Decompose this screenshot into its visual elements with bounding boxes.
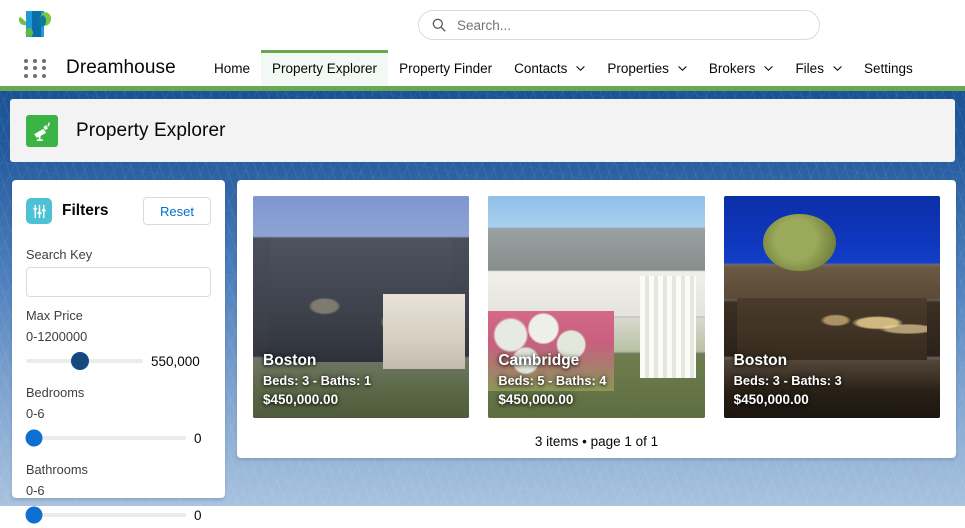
property-price: $450,000.00 [498,392,574,407]
app-launcher-grid-icon[interactable] [24,59,48,78]
property-city: Boston [733,352,788,369]
filter-sliders-icon [26,198,52,224]
nav-item-contacts[interactable]: Contacts [503,50,596,86]
filters-body: Search Key Max Price 0-1200000 550,000 B… [12,228,225,528]
max-price-range: 0-1200000 [26,329,88,344]
nav-item-files[interactable]: Files [784,50,853,86]
bedrooms-label: Bedrooms [26,385,85,400]
property-caption: Boston Beds: 3 - Baths: 3 $450,000.00 [724,351,852,410]
reset-button[interactable]: Reset [143,197,211,225]
nav-item-property-finder[interactable]: Property Finder [388,50,503,86]
page-header: Property Explorer [10,99,955,162]
property-tile[interactable]: Boston Beds: 3 - Baths: 1 $450,000.00 [253,196,470,418]
nav-item-label: Properties [607,60,669,76]
property-tile[interactable]: Cambridge Beds: 5 - Baths: 4 $450,000.00 [488,196,705,418]
nav-item-label: Brokers [708,60,756,76]
chevron-down-icon [764,65,774,71]
page-title: Property Explorer [76,119,226,141]
navigation-bar: Dreamhouse Home Property Explorer Proper… [0,50,965,86]
nav-item-label: Home [214,60,251,76]
property-tile[interactable]: Boston Beds: 3 - Baths: 3 $450,000.00 [723,196,940,418]
property-beds-baths: Beds: 3 - Baths: 1 [263,373,372,388]
slider-track[interactable] [26,436,186,440]
global-header [0,0,965,50]
property-tile-list: Boston Beds: 3 - Baths: 1 $450,000.00 Ca… [253,196,940,418]
nav-item-home[interactable]: Home [203,50,261,86]
filters-header: Filters Reset [12,180,225,228]
search-icon [432,18,446,32]
nav-item-property-explorer[interactable]: Property Explorer [261,50,389,86]
property-city: Boston [263,352,317,369]
nav-item-label: Settings [863,60,913,76]
nav-item-label: Property Finder [399,60,493,76]
bedrooms-value: 0 [194,430,202,446]
bathrooms-range: 0-6 [26,483,45,498]
property-city: Cambridge [498,352,580,369]
max-price-value: 550,000 [151,353,200,369]
bathrooms-value: 0 [194,507,202,523]
nav-item-list: Home Property Explorer Property Finder C… [203,50,924,86]
app-name-label: Dreamhouse [66,57,176,78]
global-search-box[interactable] [418,10,820,40]
slider-thumb[interactable] [25,506,43,524]
nav-item-brokers[interactable]: Brokers [698,50,785,86]
slider-thumb[interactable] [70,352,89,370]
max-price-slider[interactable]: 550,000 [26,348,211,374]
pagination-status: 3 items • page 1 of 1 [534,434,659,449]
nav-item-label: Contacts [514,60,568,76]
chevron-down-icon [678,65,687,71]
telescope-icon [26,114,58,147]
nav-item-label: Property Explorer [272,60,378,76]
nav-item-properties[interactable]: Properties [596,50,698,86]
property-caption: Cambridge Beds: 5 - Baths: 4 $450,000.00 [488,351,616,410]
dreamhouse-logo-icon[interactable] [16,5,56,45]
nav-item-label: Files [795,60,824,76]
property-results-panel: Boston Beds: 3 - Baths: 1 $450,000.00 Ca… [237,180,956,458]
nav-item-settings[interactable]: Settings [853,50,924,86]
max-price-label: Max Price [26,308,83,323]
search-key-label: Search Key [26,247,93,262]
property-price: $450,000.00 [733,392,809,407]
property-price: $450,000.00 [263,392,339,407]
bathrooms-label: Bathrooms [26,462,88,477]
filters-panel: Filters Reset Search Key Max Price 0-120… [12,180,225,524]
brand-accent-strip [0,86,965,91]
chevron-down-icon [833,65,842,71]
bedrooms-range: 0-6 [26,406,45,421]
property-caption: Boston Beds: 3 - Baths: 1 $450,000.00 [253,351,381,410]
property-beds-baths: Beds: 3 - Baths: 3 [733,373,842,388]
chevron-down-icon [576,65,586,71]
bedrooms-slider[interactable]: 0 [25,425,211,451]
slider-thumb[interactable] [25,429,43,447]
slider-track[interactable] [26,513,186,517]
search-input[interactable] [457,17,807,33]
filters-title: Filters [62,202,109,219]
property-beds-baths: Beds: 5 - Baths: 4 [498,373,607,388]
search-key-input[interactable] [26,267,211,297]
